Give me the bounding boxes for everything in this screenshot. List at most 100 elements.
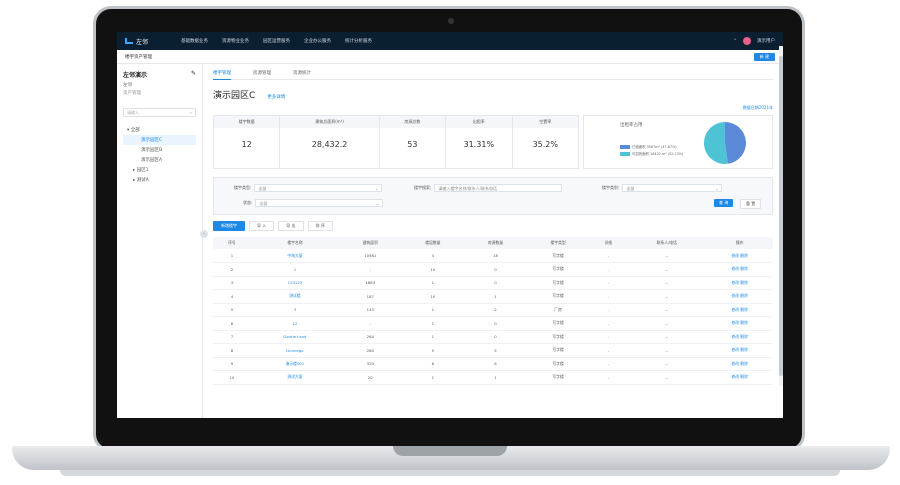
tree-item[interactable]: 演示园区C	[123, 135, 196, 145]
park-header: 演示园区C 更多详情	[213, 88, 773, 101]
sort-button[interactable]: 排 序	[307, 221, 333, 231]
sidebar: 左邻演示 ✎ 左邻 资产管理 请输入 ⌕ ▾ 全部 演示园区C 演示园区B 演示…	[117, 64, 203, 418]
table-cell: --	[627, 370, 707, 385]
building-name-link[interactable]: 测试大厦	[250, 370, 339, 385]
building-name-link[interactable]: 演示楼001	[250, 357, 339, 371]
building-name-link[interactable]: 1	[250, 262, 339, 277]
building-name-link[interactable]: 12	[250, 316, 339, 331]
table-header-cell: 建筑面积	[339, 237, 402, 249]
chevron-down-icon: ⌄	[375, 186, 379, 191]
table-row[interactable]: 4 测试楼 187 10 1 写字楼 - -- 修改 删除	[213, 289, 773, 304]
building-name-link[interactable]: 中海大厦	[250, 249, 339, 263]
tab-buildings[interactable]: 楼宇管理	[213, 70, 231, 80]
table-row[interactable]: 2 1-10 0 写字楼 - -- 修改 删除	[213, 262, 773, 277]
table-row[interactable]: 1 中海大厦 10561 4 18 写字楼 - -- 修改 删除	[213, 249, 773, 263]
row-actions[interactable]: 修改 删除	[706, 330, 773, 344]
user-name[interactable]: 演示用户	[757, 38, 775, 44]
edit-icon[interactable]: ✎	[191, 70, 196, 79]
row-actions[interactable]: 修改 删除	[706, 289, 773, 304]
tree-item[interactable]: 演示园区B	[123, 145, 196, 155]
building-name-link[interactable]: 123123	[250, 276, 339, 290]
nav-item[interactable]: 资源物业业务	[222, 38, 249, 44]
row-actions[interactable]: 修改 删除	[706, 316, 773, 331]
building-type-select[interactable]: 全部 ⌄	[254, 184, 383, 192]
tree-group[interactable]: ▸ 测试A	[123, 175, 196, 185]
search-icon[interactable]: ⌕	[190, 110, 192, 115]
table-row[interactable]: 3 123123 1883 1 0 写字楼 - -- 修改 删除	[213, 276, 773, 290]
table-cell: --	[627, 249, 707, 263]
export-button[interactable]: 导 出	[278, 221, 304, 231]
building-name-link[interactable]: Gentle Land	[250, 330, 339, 344]
logo[interactable]: 左邻	[125, 37, 181, 46]
tab-rooms[interactable]: 房源管理	[253, 70, 271, 76]
logo-icon	[125, 38, 133, 44]
table-header-cell: 联系人/电话	[627, 237, 707, 249]
row-actions[interactable]: 修改 删除	[706, 276, 773, 290]
sidebar-search-input[interactable]: 请输入 ⌕	[123, 108, 196, 117]
legend-item: 可招商面积 18432 m² (52.13%)	[620, 151, 683, 156]
stat-value: 35.2%	[532, 140, 558, 149]
nav-item[interactable]: 统计分析服务	[345, 38, 372, 44]
query-button[interactable]: 查 询	[714, 199, 734, 207]
filter-label: 状态:	[243, 200, 253, 205]
table-cell: 10	[213, 370, 251, 385]
row-actions[interactable]: 修改 删除	[706, 262, 773, 277]
table-row[interactable]: 8 Dunnegu 280 5 5 写字楼 - -- 修改 删除	[213, 343, 773, 358]
top-nav: 左邻 基础数据业务 资源物业业务 园区运营服务 企业办公服务 统计分析服务 ⌃ …	[117, 32, 783, 50]
stat-cell: 空置率 35.2%	[512, 116, 578, 168]
table-cell: 4	[401, 249, 465, 263]
nav-item[interactable]: 园区运营服务	[263, 38, 290, 44]
row-actions[interactable]: 修改 删除	[706, 370, 773, 385]
nav-item[interactable]: 企业办公服务	[304, 38, 331, 44]
table-row[interactable]: 5 3 143 1 2 厂房 - -- 修改 删除	[213, 303, 773, 317]
scrollbar[interactable]	[779, 46, 783, 386]
row-actions[interactable]: 修改 删除	[706, 249, 773, 263]
table-cell: 187	[339, 289, 402, 304]
search-placeholder: 请输入	[127, 110, 139, 115]
new-button[interactable]: 新 建	[753, 52, 775, 61]
building-name-link[interactable]: 3	[250, 303, 339, 317]
status-select[interactable]: 全部 ⌄	[255, 199, 384, 207]
row-actions[interactable]: 修改 删除	[706, 303, 773, 317]
filter-label: 楼宇类型:	[234, 185, 252, 190]
stat-label: 房源总数	[379, 116, 446, 128]
table-row[interactable]: 6 12-1 0 写字楼 - -- 修改 删除	[213, 316, 773, 331]
table-row[interactable]: 9 演示楼001 320 6 6 写字楼 - -- 修改 删除	[213, 357, 773, 371]
table-cell: 6	[401, 357, 465, 371]
legend-swatch	[620, 151, 630, 156]
tree-group[interactable]: ▸ 园区1	[123, 165, 196, 175]
tree-item[interactable]: 演示园区A	[123, 155, 196, 165]
table-cell: --	[627, 357, 707, 371]
table-header-cell: 房源数量	[464, 237, 527, 249]
chevron-left-icon[interactable]: ‹	[200, 230, 208, 238]
avatar[interactable]	[743, 37, 751, 45]
scrollbar-thumb[interactable]	[779, 56, 783, 376]
table-cell: 1	[401, 316, 465, 331]
tab-stats[interactable]: 资源统计	[293, 70, 311, 76]
reset-button[interactable]: 重 置	[740, 199, 762, 209]
more-details-link[interactable]: 更多详情	[267, 94, 285, 100]
nav-item[interactable]: 基础数据业务	[181, 38, 208, 44]
stat-cell: 房源总数 53	[379, 116, 447, 168]
building-name-link[interactable]: Dunnegu	[250, 343, 339, 358]
table-cell: 1	[401, 303, 465, 317]
table-row[interactable]: 7 Gentle Land 264 1 0 写字楼 - -- 修改 删除	[213, 330, 773, 344]
main-panel: ‹ 楼宇管理 房源管理 资源统计 演示园区C 更多详情 数据日期2021年 楼宇…	[200, 64, 783, 418]
keyword-input[interactable]: 请输入楼宇名称/联系人/联系电话	[434, 184, 563, 192]
table-cell: -	[589, 357, 628, 371]
table-cell: --	[627, 303, 707, 317]
filter-label: 楼宇类别:	[602, 185, 620, 190]
row-actions[interactable]: 修改 删除	[706, 343, 773, 358]
filter-status: 状态: 全部 ⌄	[243, 199, 384, 207]
row-actions[interactable]: 修改 删除	[706, 357, 773, 371]
sub-header: 楼宇资产管理 新 建	[117, 50, 783, 64]
filter-panel: 楼宇类型: 全部 ⌄ 楼宇搜索: 请输入楼宇名称/联系人/联系电话 楼宇类别: …	[213, 177, 773, 215]
category-select[interactable]: 全部 ⌄	[622, 184, 723, 192]
stat-label: 出租率	[446, 116, 512, 128]
import-button[interactable]: 导 入	[249, 221, 275, 231]
building-name-link[interactable]: 测试楼	[250, 289, 339, 304]
table-row[interactable]: 10 测试大厦 20 1 1 写字楼 - -- 修改 删除	[213, 370, 773, 385]
tree-root[interactable]: ▾ 全部	[123, 125, 196, 135]
add-building-button[interactable]: 新增楼宇	[213, 221, 245, 231]
notification-icon[interactable]: ⌃	[733, 39, 737, 44]
